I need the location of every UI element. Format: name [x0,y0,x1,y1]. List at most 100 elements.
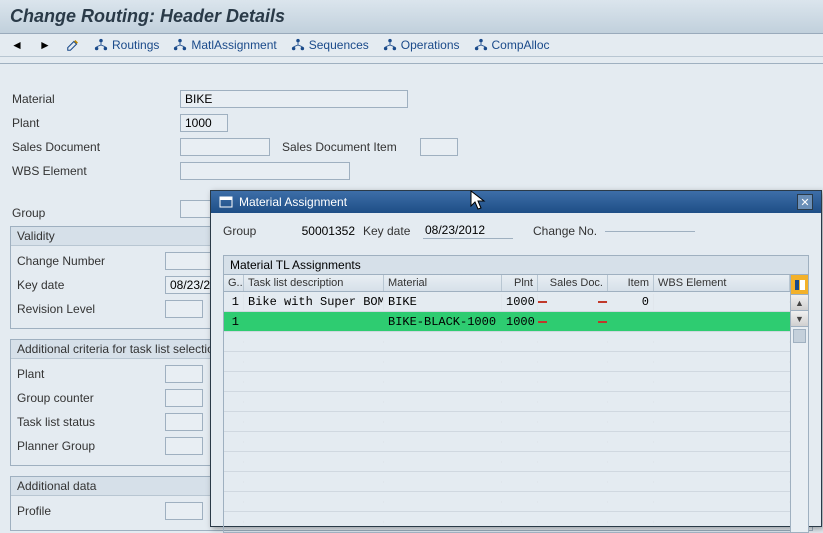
cell-item[interactable] [608,321,654,323]
dialog-title: Material Assignment [239,195,347,209]
table-row-empty[interactable] [224,352,790,372]
material-assignment-dialog: Material Assignment ✕ Group 50001352 Key… [210,190,822,527]
sales-doc-field[interactable] [180,138,270,156]
window-icon [219,195,233,209]
change-number-label: Change Number [15,254,165,268]
hierarchy-icon [94,38,108,52]
hierarchy-icon [383,38,397,52]
nav-back-button[interactable]: ◄ [10,38,24,52]
dialog-titlebar[interactable]: Material Assignment ✕ [211,191,821,213]
modal-changeno-label: Change No. [533,224,597,238]
routings-label: Routings [112,38,159,52]
table-row[interactable]: 1 BIKE-BLACK-10001000 [224,312,790,332]
cell-item[interactable]: 0 [608,294,654,310]
cell-wbs[interactable] [654,321,790,323]
dialog-header-row: Group 50001352 Key date 08/23/2012 Chang… [223,223,809,239]
matl-assignment-label: MatlAssignment [191,38,276,52]
table-row-empty[interactable] [224,452,790,472]
configure-columns-button[interactable] [791,275,808,295]
material-field[interactable] [180,90,408,108]
modal-keydate-value[interactable]: 08/23/2012 [423,223,513,239]
app-toolbar: ◄ ► Routings MatlAssignment Sequences Op… [0,34,823,57]
group-counter-label: Group counter [15,391,165,405]
col-desc[interactable]: Task list description [244,275,384,291]
profile-label: Profile [15,504,165,518]
material-label: Material [10,92,180,106]
plant-label: Plant [10,116,180,130]
cell-desc[interactable] [244,321,384,323]
operations-label: Operations [401,38,460,52]
grid-title: Material TL Assignments [223,256,809,275]
cell-plnt[interactable]: 1000 [502,314,538,330]
sequences-button[interactable]: Sequences [291,38,369,52]
col-item[interactable]: Item [608,275,654,291]
table-row-empty[interactable] [224,472,790,492]
matl-assignment-button[interactable]: MatlAssignment [173,38,276,52]
operations-button[interactable]: Operations [383,38,460,52]
col-sales-doc[interactable]: Sales Doc. [538,275,608,291]
sales-doc-item-field[interactable] [420,138,458,156]
nav-forward-button[interactable]: ► [38,38,52,52]
group-label: Group [10,206,180,220]
scroll-thumb[interactable] [793,329,806,343]
plant-field[interactable] [180,114,228,132]
scroll-up-button[interactable]: ▲ [791,295,808,311]
sequences-label: Sequences [309,38,369,52]
cell-material[interactable]: BIKE-BLACK-1000 [384,314,502,330]
col-material[interactable]: Material [384,275,502,291]
table-row-empty[interactable] [224,372,790,392]
cell-g[interactable]: 1 [224,294,244,310]
revision-level-label: Revision Level [15,302,165,316]
table-row[interactable]: 1Bike with Super BOMBIKE1000 0 [224,292,790,312]
sales-doc-item-label: Sales Document Item [270,140,420,154]
hierarchy-icon [173,38,187,52]
cell-sales_doc[interactable] [538,301,608,303]
wbs-label: WBS Element [10,164,180,178]
task-list-status-label: Task list status [15,415,165,429]
key-date-label: Key date [15,278,165,292]
edit-button[interactable] [66,38,80,52]
group-counter-field[interactable] [165,389,203,407]
tl-assignments-grid: Material TL Assignments G.. Task list de… [223,255,809,533]
grid-header: G.. Task list description Material Plnt … [224,275,790,292]
cell-plnt[interactable]: 1000 [502,294,538,310]
table-row-empty[interactable] [224,432,790,452]
table-config-icon [794,279,806,291]
task-list-status-field[interactable] [165,413,203,431]
planner-group-field[interactable] [165,437,203,455]
planner-group-label: Planner Group [15,439,165,453]
col-plnt[interactable]: Plnt [502,275,538,291]
col-g[interactable]: G.. [224,275,244,291]
f4-help-button[interactable] [653,322,654,323]
ac-plant-label: Plant [15,367,165,381]
col-wbs[interactable]: WBS Element [654,275,790,291]
revision-level-field[interactable] [165,300,203,318]
table-row-empty[interactable] [224,332,790,352]
profile-field[interactable] [165,502,203,520]
cell-g[interactable]: 1 [224,314,244,330]
modal-group-label: Group [223,224,275,238]
table-row-empty[interactable] [224,512,790,532]
cell-material[interactable]: BIKE [384,294,502,310]
hierarchy-icon [291,38,305,52]
modal-keydate-label: Key date [363,224,415,238]
scroll-track[interactable] [791,327,808,532]
wbs-field[interactable] [180,162,350,180]
modal-group-value: 50001352 [283,224,355,238]
table-row-empty[interactable] [224,492,790,512]
comp-alloc-button[interactable]: CompAlloc [474,38,550,52]
grid-sidebar: ▲ ▼ [791,275,809,533]
ac-plant-field[interactable] [165,365,203,383]
dialog-close-button[interactable]: ✕ [797,194,813,210]
cell-sales_doc[interactable] [538,321,608,323]
comp-alloc-label: CompAlloc [492,38,550,52]
page-title: Change Routing: Header Details [0,0,823,34]
routings-button[interactable]: Routings [94,38,159,52]
cell-desc[interactable]: Bike with Super BOM [244,294,384,310]
modal-changeno-value[interactable] [605,230,695,232]
pencil-icon [66,38,80,52]
scroll-down-button[interactable]: ▼ [791,311,808,327]
cell-wbs[interactable] [654,301,790,303]
table-row-empty[interactable] [224,412,790,432]
table-row-empty[interactable] [224,392,790,412]
